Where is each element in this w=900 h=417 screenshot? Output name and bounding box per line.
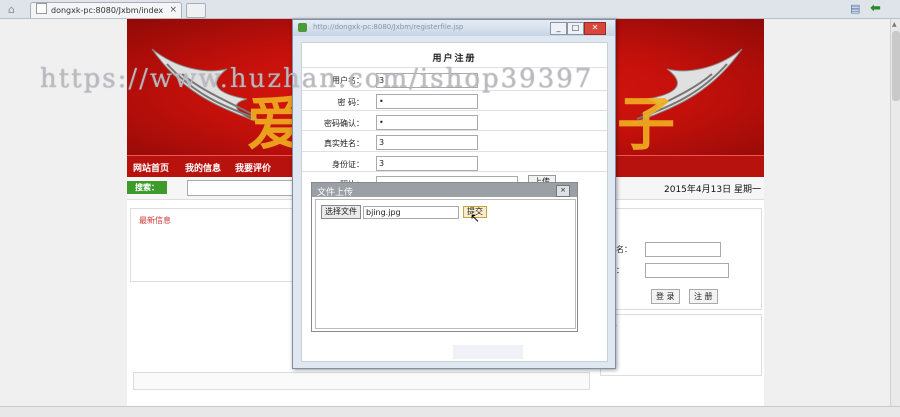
reg-realname-input[interactable]: 3 [376,135,478,150]
back-arrow-icon[interactable]: ⬅ [870,1,881,16]
reg-idcard-input[interactable]: 3 [376,156,478,171]
nav-item-home[interactable]: 网站首页 [133,161,169,174]
tab-close-icon[interactable]: × [169,3,177,18]
scroll-up-icon[interactable]: ▲ [892,21,897,28]
idcard-label: 身份证： [332,160,364,169]
search-label: 搜索： [127,181,167,194]
choose-file-button[interactable]: 选择文件 [321,205,361,219]
minimize-button[interactable]: _ [550,22,567,35]
favicon-icon [36,3,47,14]
browser-tab[interactable]: dongxk-pc:8080/Jxbm/index × [30,2,182,18]
form-divider [302,130,607,131]
password-label: 密 码： [337,98,364,107]
register-window-footer [453,345,523,359]
password-input[interactable] [645,263,729,278]
upload-dialog-titlebar[interactable]: 文件上传 × [312,183,577,198]
reg-confirm-password-input[interactable]: • [376,115,478,130]
reg-password-input[interactable]: • [376,94,478,109]
selected-file-name: bjing.jpg [363,206,459,219]
window-app-icon [298,23,307,32]
form-divider [302,110,607,111]
search-input[interactable] [187,180,309,196]
mouse-cursor-icon: ↖ [470,211,481,225]
close-button[interactable]: ✕ [584,22,606,35]
scrollbar-thumb[interactable] [892,31,900,101]
login-button[interactable]: 登 录 [651,289,680,304]
file-upload-dialog: 文件上传 × 选择文件 bjing.jpg 提交 [311,182,578,332]
browser-toolbar: ⌂ dongxk-pc:8080/Jxbm/index × ▤ ⬅ [0,0,900,19]
service-panel: 务 4 [600,314,762,376]
vertical-scrollbar[interactable] [890,19,900,416]
maximize-button[interactable]: □ [567,22,584,35]
tab-title: dongxk-pc:8080/Jxbm/index [51,6,164,15]
date-display: 2015年4月13日 星期一 [664,185,761,195]
watermark-text: https://www.huzhan.com/ishop39397 [40,64,594,94]
upload-dialog-body: 选择文件 bjing.jpg 提交 [315,199,576,329]
nav-item-my-info[interactable]: 我的信息 [185,161,221,174]
banner-character-2: 子 [617,90,676,155]
home-icon[interactable]: ⌂ [8,3,15,16]
upload-dialog-close-icon[interactable]: × [556,185,570,197]
username-input[interactable] [645,242,721,257]
page-margin-right [764,19,890,416]
nav-item-review[interactable]: 我要评价 [235,161,271,174]
news-panel: 最新信息 [130,208,302,282]
realname-label: 真实姓名： [324,139,364,148]
register-button[interactable]: 注 册 [689,289,718,304]
news-panel-title: 最新信息 [139,216,171,225]
upload-dialog-title: 文件上传 [317,188,354,198]
form-divider [302,171,607,172]
register-window-url: http://dongxk-pc:8080/Jxbm/registerfile.… [313,23,464,31]
content-bottom-bar [133,372,590,390]
confirm-password-label: 密码确认： [324,119,364,128]
login-panel: 录 户名： 码： 登 录 注 册 [600,208,762,310]
register-form-title: 用户注册 [432,54,477,64]
status-bar [0,406,900,417]
register-window-titlebar[interactable]: http://dongxk-pc:8080/Jxbm/registerfile.… [293,20,615,36]
form-divider [302,151,607,152]
new-tab-button[interactable] [186,3,206,18]
page-icon[interactable]: ▤ [850,2,860,15]
